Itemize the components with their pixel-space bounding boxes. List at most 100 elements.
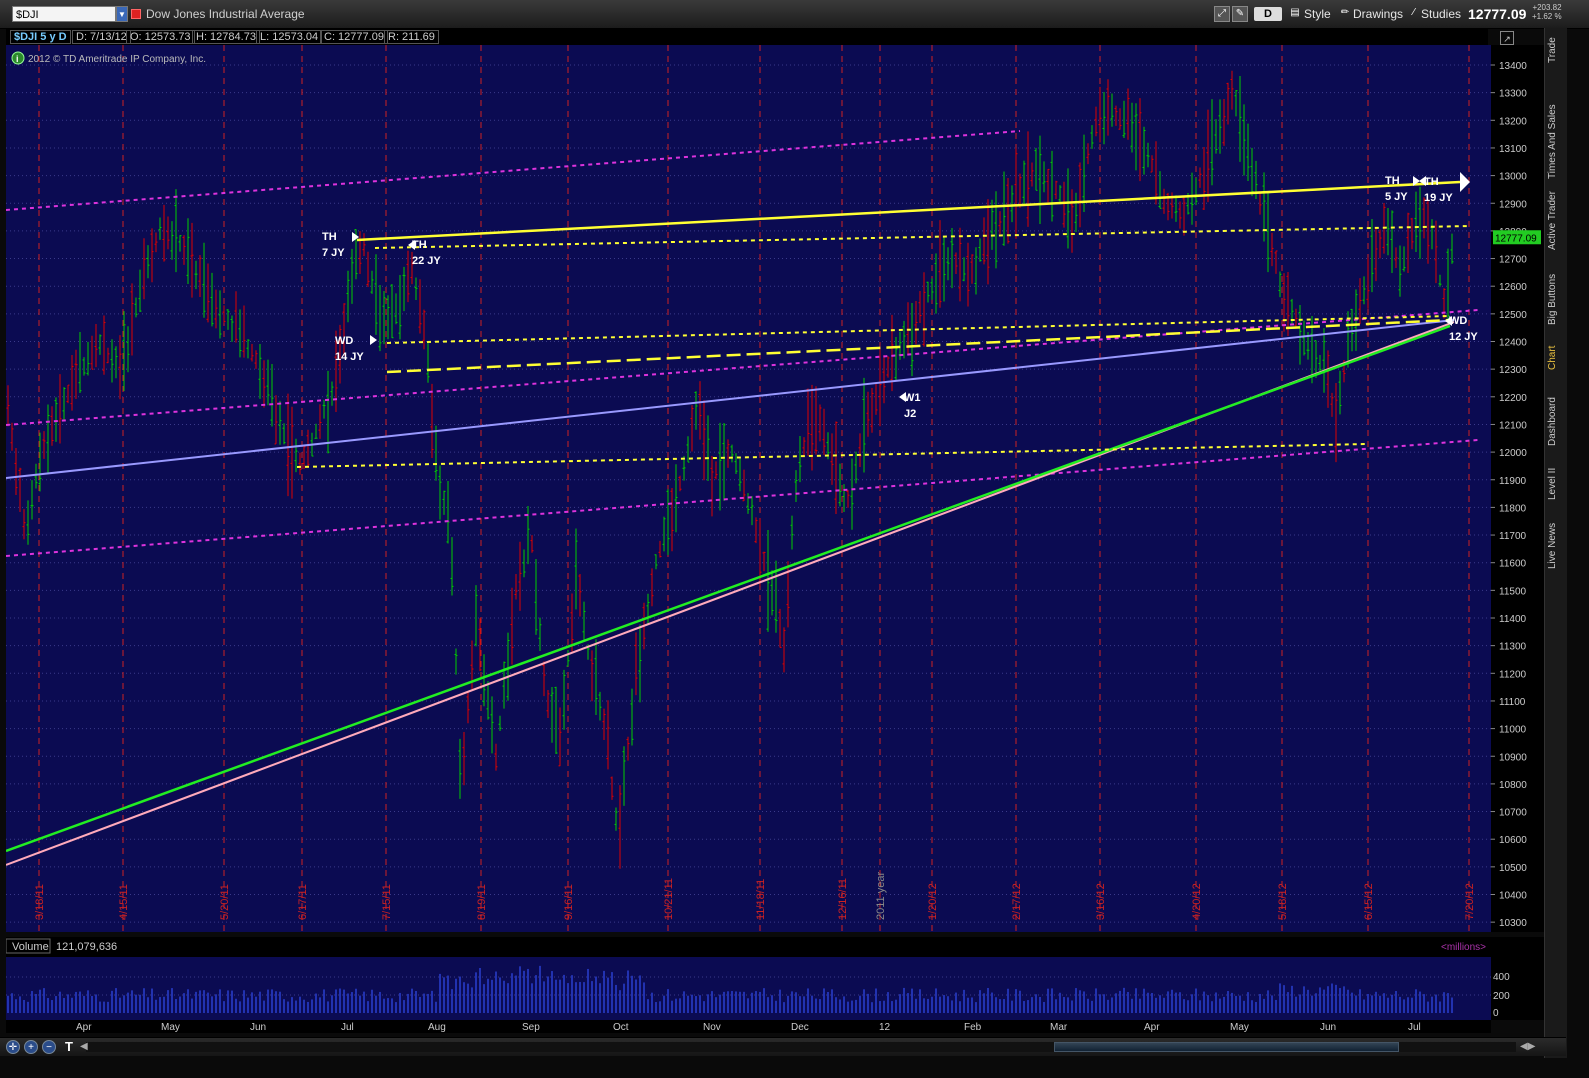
tab-big-buttons[interactable]: Big Buttons xyxy=(1547,266,1565,332)
price-chart-panel[interactable]: 3/18/11 4/15/11 5/20/11 6/17/11 7/15/11 8/19/… xyxy=(6,45,1491,932)
date-label: 4/20/12 xyxy=(1191,883,1203,920)
date-label: 3/16/12 xyxy=(1095,883,1107,920)
month-label: Apr xyxy=(76,1022,92,1033)
style-button[interactable]: Style xyxy=(1304,6,1331,22)
tab-times-and-sales[interactable]: Times And Sales xyxy=(1547,86,1565,198)
tab-trade[interactable]: Trade xyxy=(1547,30,1565,70)
volume-svg: Volume 121,079,636 <millions> xyxy=(6,937,1491,1013)
copyright-text: 2012 © TD Ameritrade IP Company, Inc. xyxy=(28,54,206,65)
info-low: L: 12573.04 xyxy=(256,30,323,44)
wrench-icon[interactable]: ✎ xyxy=(1232,6,1248,22)
date-label: 8/19/11 xyxy=(476,884,488,920)
month-label: 12 xyxy=(879,1022,891,1033)
last-price: 12777.09 xyxy=(1468,6,1527,22)
tab-active-trader[interactable]: Active Trader xyxy=(1547,186,1565,256)
symbol-dropdown-icon[interactable]: ▼ xyxy=(116,6,128,22)
annotation-label: TH xyxy=(1424,176,1439,188)
price-tick-label: 11100 xyxy=(1499,697,1526,708)
month-label: Nov xyxy=(703,1022,721,1033)
price-tick-label: 10500 xyxy=(1499,863,1527,874)
side-tab-strip: Trade Times And Sales Active Trader Big … xyxy=(1544,28,1567,1058)
lavender-trendline[interactable] xyxy=(6,319,1455,479)
annotation-sublabel: 5 JY xyxy=(1385,191,1408,203)
expand-icon[interactable]: ⤢ xyxy=(1214,6,1230,22)
scroll-right-icon[interactable]: ◀▶ xyxy=(1520,1041,1535,1052)
text-tool-icon[interactable]: T xyxy=(62,1040,76,1054)
date-label: 12/16/11 xyxy=(837,878,849,920)
chart-settings-icon[interactable]: ↗ xyxy=(1500,31,1514,45)
price-chart-svg: 3/18/11 4/15/11 5/20/11 6/17/11 7/15/11 8/19/… xyxy=(6,45,1491,932)
annotation-sublabel: 7 JY xyxy=(322,247,345,259)
tab-level-ii[interactable]: Level II xyxy=(1547,464,1565,504)
price-tick-label: 12500 xyxy=(1499,310,1527,321)
date-label: 5/18/12 xyxy=(1277,883,1289,920)
date-label: 1/20/12 xyxy=(927,883,939,920)
price-tick-label: 11900 xyxy=(1499,476,1527,487)
price-tick-label: 13400 xyxy=(1499,61,1527,72)
info-icon-glyph: i xyxy=(16,54,19,64)
tab-live-news[interactable]: Live News xyxy=(1547,516,1565,576)
zoom-in-icon[interactable]: + xyxy=(24,1040,38,1054)
volume-panel[interactable]: Volume 121,079,636 <millions> xyxy=(6,937,1491,1020)
price-tick-label: 12600 xyxy=(1499,282,1527,293)
channel-line-upper[interactable] xyxy=(6,130,1021,211)
studies-icon: ⁄ xyxy=(1413,7,1415,18)
volume-header-bg xyxy=(6,937,1491,957)
month-label: Apr xyxy=(1144,1022,1160,1033)
channel-line-lower[interactable] xyxy=(6,439,1479,557)
month-label: May xyxy=(1230,1022,1249,1033)
drawings-button[interactable]: Drawings xyxy=(1353,6,1403,22)
aggregation-button[interactable]: D xyxy=(1254,7,1282,21)
zoom-out-icon[interactable]: − xyxy=(42,1040,56,1054)
scroll-left-icon[interactable]: ◀ xyxy=(80,1041,88,1052)
price-tick-label: 11600 xyxy=(1499,559,1527,570)
yellow-dashed-long[interactable] xyxy=(386,318,1451,374)
time-scrollbar[interactable] xyxy=(86,1042,1516,1052)
price-tick-label: 11800 xyxy=(1499,503,1527,514)
date-label: 11/18/11 xyxy=(755,879,767,920)
month-label: Aug xyxy=(428,1022,446,1033)
annotation-sublabel: 12 JY xyxy=(1449,331,1478,343)
price-tick-label: 12700 xyxy=(1499,255,1527,266)
date-label: 10/21/11 xyxy=(663,878,675,920)
crosshair-icon[interactable]: ✛ xyxy=(6,1040,20,1054)
price-tick-label: 12100 xyxy=(1499,420,1527,431)
scrollbar-thumb[interactable] xyxy=(1054,1042,1399,1052)
pencil-icon: ✏ xyxy=(1340,7,1350,18)
price-tick-label: 10400 xyxy=(1499,891,1527,902)
tab-chart[interactable]: Chart xyxy=(1547,340,1565,376)
net-change-value: +203.82 xyxy=(1532,3,1562,12)
link-color-icon[interactable] xyxy=(131,9,141,19)
bottom-toolbar: ✛ + − T ◀ ◀▶ xyxy=(0,1037,1566,1056)
yellow-dashed-mid[interactable] xyxy=(386,315,1451,344)
channel-line-mid[interactable] xyxy=(6,309,1479,426)
vol-tick-400: 400 xyxy=(1493,972,1510,983)
green-trendline[interactable] xyxy=(6,324,1451,853)
month-label: Feb xyxy=(964,1022,982,1033)
price-tick-label: 12900 xyxy=(1499,199,1527,210)
month-label: Dec xyxy=(791,1022,809,1033)
month-label: Jun xyxy=(1320,1022,1336,1033)
annotation-sublabel: J2 xyxy=(904,408,916,420)
style-icon: ▤ xyxy=(1290,7,1300,18)
symbol-input[interactable]: $DJI xyxy=(12,6,116,22)
symbol-description: Dow Jones Industrial Average xyxy=(146,7,305,21)
date-label: 3/18/11 xyxy=(34,884,46,920)
info-open: O: 12573.73 xyxy=(126,30,195,44)
annotation-sublabel: 22 JY xyxy=(412,255,441,267)
month-label: Oct xyxy=(613,1022,629,1033)
tab-dashboard[interactable]: Dashboard xyxy=(1547,392,1565,452)
price-tick-label: 13300 xyxy=(1499,89,1527,100)
vol-tick-0: 0 xyxy=(1493,1008,1499,1019)
price-tick-label: 11000 xyxy=(1499,725,1527,736)
price-tick-label: 11200 xyxy=(1499,669,1527,680)
studies-button[interactable]: Studies xyxy=(1421,6,1461,22)
month-label: May xyxy=(161,1022,180,1033)
date-label: 5/20/11 xyxy=(219,884,231,920)
price-tick-label: 10700 xyxy=(1499,808,1527,819)
price-tick-label: 11400 xyxy=(1499,614,1527,625)
price-tick-label: 11700 xyxy=(1499,531,1527,542)
vol-tick-200: 200 xyxy=(1493,991,1510,1002)
price-tick-label: 10800 xyxy=(1499,780,1527,791)
volume-label: Volume xyxy=(12,941,49,953)
